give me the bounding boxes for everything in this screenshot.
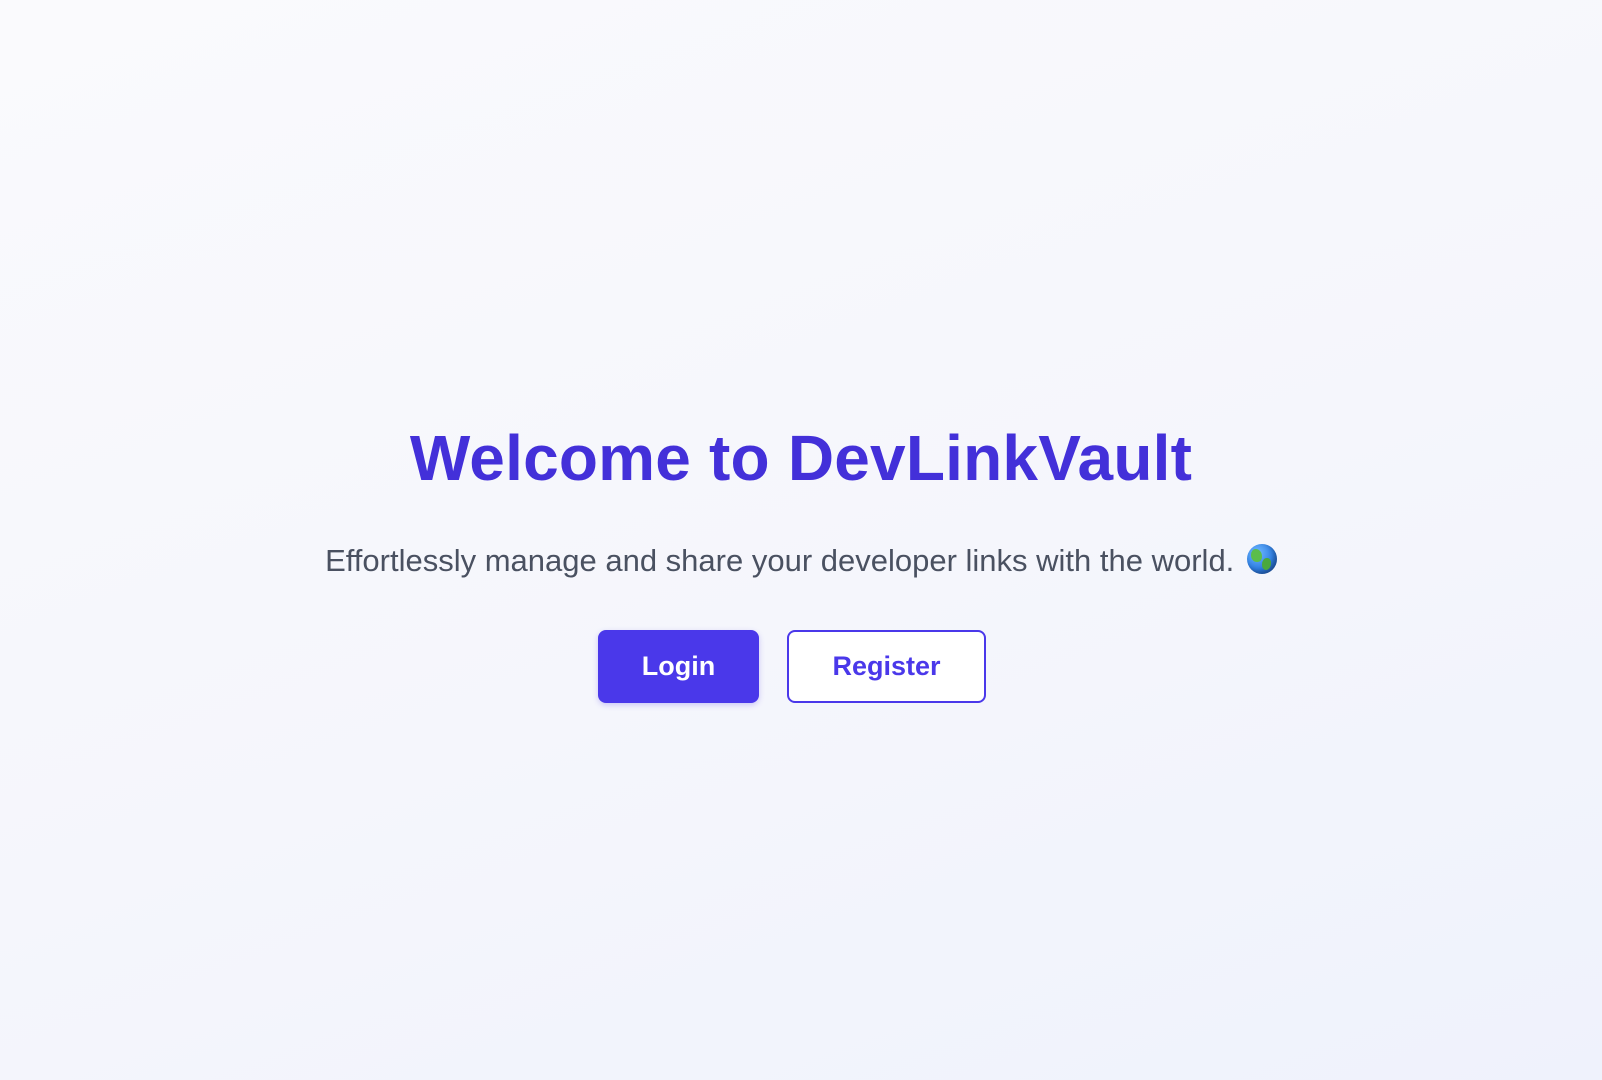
auth-actions: Login Register (0, 630, 1602, 704)
login-button[interactable]: Login (598, 630, 759, 703)
hero-subtitle-text: Effortlessly manage and share your devel… (325, 543, 1235, 578)
globe-icon (1246, 544, 1277, 574)
hero-subtitle: Effortlessly manage and share your devel… (0, 541, 1602, 581)
hero-section: Welcome to DevLinkVault Effortlessly man… (0, 0, 1602, 1080)
register-button[interactable]: Register (787, 630, 986, 703)
page-title: Welcome to DevLinkVault (409, 422, 1193, 494)
